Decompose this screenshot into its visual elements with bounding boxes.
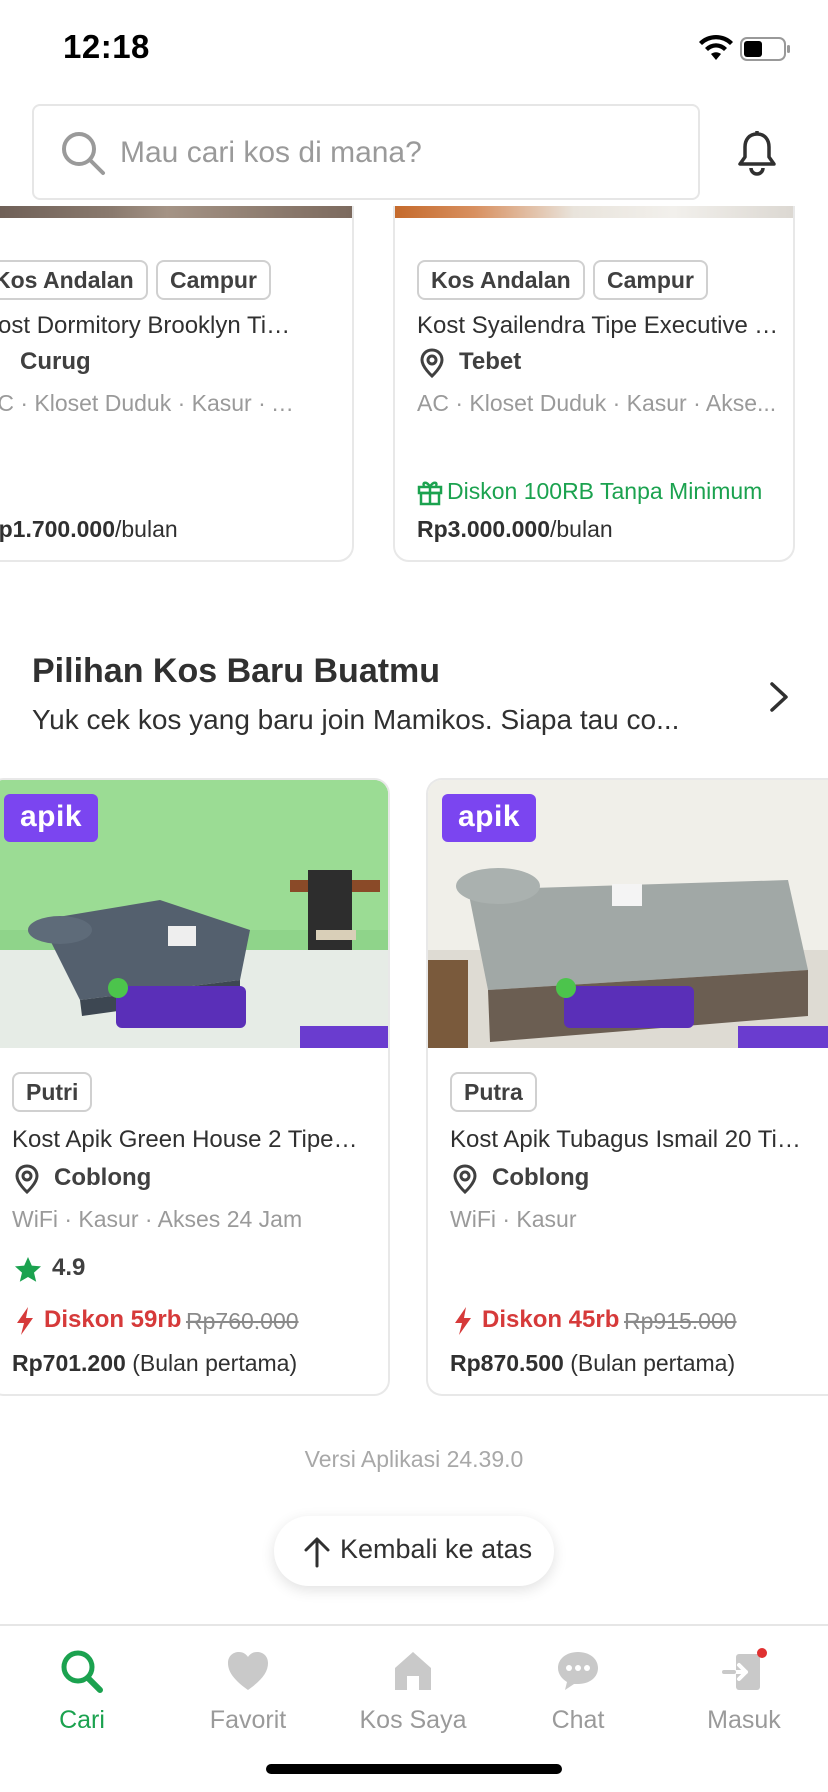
chat-icon [558,1652,598,1690]
promo-text: Diskon 100RB Tanpa Minimum [447,478,763,504]
kos-photo: apik [428,780,828,1048]
price-period: /bulan [549,516,613,542]
nav-item-favorit[interactable]: Favorit [168,1640,328,1740]
search-input[interactable] [120,126,680,180]
kos-discount: Diskon 59rb Rp760.000 [14,1304,384,1336]
chevron-right-icon[interactable] [768,680,792,714]
price-value: Rp1.700.000 [0,516,115,542]
tag-kos-andalan: Kos Andalan [0,260,148,300]
kos-title: Kost Syailendra Tipe Executive T... [417,312,779,339]
price-note: (Bulan pertama) [132,1350,298,1376]
tag-kos-andalan: Kos Andalan [417,260,585,300]
kos-photo [395,206,793,218]
kos-price: Rp3.000.000/bulan [417,516,613,543]
lightning-icon [455,1307,471,1335]
nav-item-chat[interactable]: Chat [498,1640,658,1740]
status-bar: 12:18 [0,0,828,100]
tag-gender: Campur [593,260,708,300]
kos-discount: Diskon 45rb Rp915.000 [452,1304,822,1336]
kos-card[interactable]: apik Putri Kost Apik Green House 2 Tipe … [0,778,390,1396]
kos-facilities: AC · Kloset Duduk · Kasur · Akse... [417,390,777,416]
kos-price: Rp870.500 (Bulan pertama) [450,1350,735,1377]
kos-location: Coblong [452,1164,752,1194]
featured-kos-carousel[interactable]: Kos Andalan Campur Kost Dormitory Brookl… [0,206,828,582]
price-value: Rp3.000.000 [417,516,550,542]
location-pin-icon [453,1164,477,1194]
nav-label: Kos Saya [359,1706,467,1734]
nav-label: Masuk [707,1706,781,1734]
apik-badge: apik [442,794,537,842]
discount-text: Diskon 59rb [44,1306,182,1333]
search-icon [62,132,105,175]
location-text: Coblong [54,1164,152,1191]
location-text: Coblong [492,1164,590,1191]
search-icon [61,1650,103,1693]
house-icon [395,1652,431,1690]
section-title: Pilihan Kos Baru Buatmu [32,652,441,690]
kos-card[interactable]: Kos Andalan Campur Kost Syailendra Tipe … [393,206,795,562]
kos-title: Kost Dormitory Brooklyn Tipe A... [0,312,302,339]
section-subtitle: Yuk cek kos yang baru join Mamikos. Siap… [32,704,680,735]
location-text: Curug [20,348,91,375]
nav-item-masuk[interactable]: Masuk [664,1640,824,1740]
kos-facilities: WiFi · Kasur [450,1206,577,1232]
promo-badge: Diskon 100RB Tanpa Minimum [417,478,787,508]
battery-icon [740,37,790,61]
bell-icon[interactable] [736,130,778,176]
location-pin-icon [420,348,444,378]
lightning-icon [17,1307,33,1335]
wifi-icon [699,34,733,60]
back-to-top-label: Kembali ke atas [340,1534,533,1564]
price-value: Rp870.500 [450,1350,564,1376]
kos-title: Kost Apik Green House 2 Tipe A... [12,1126,362,1153]
kos-card[interactable]: apik Putra Kost Apik Tubagus Ismail 20 T… [426,778,828,1396]
status-time: 12:18 [63,28,150,65]
nav-label: Favorit [209,1706,287,1734]
location-text: Tebet [459,348,522,375]
app-version: Versi Aplikasi 24.39.0 [304,1446,524,1472]
search-bar[interactable] [32,104,700,200]
kos-title: Kost Apik Tubagus Ismail 20 Tip... [450,1126,810,1153]
heart-icon [228,1652,268,1690]
kos-location: Coblong [14,1164,314,1194]
discount-text: Diskon 45rb [482,1306,620,1333]
old-price: Rp915.000 [624,1308,737,1334]
apik-badge: apik [4,794,99,842]
kos-card[interactable]: Kos Andalan Campur Kost Dormitory Brookl… [0,206,354,562]
arrow-up-icon [304,1537,330,1568]
nav-label: Cari [59,1706,105,1734]
kos-facilities: WiFi · Kasur · Akses 24 Jam [12,1206,303,1232]
location-pin-icon [15,1164,39,1194]
kos-facilities: AC · Kloset Duduk · Kasur · Akse... [0,390,302,416]
kos-photo: apik [0,780,388,1048]
tag-gender: Putri [12,1072,93,1112]
price-value: Rp701.200 [12,1350,126,1376]
back-to-top-button[interactable]: Kembali ke atas [274,1516,554,1586]
tag-gender: Campur [156,260,271,300]
kos-price: Rp701.200 (Bulan pertama) [12,1350,297,1377]
login-icon [722,1648,767,1690]
nav-label: Chat [551,1706,605,1734]
nav-item-cari[interactable]: Cari [2,1640,162,1740]
star-icon [15,1257,41,1282]
home-indicator [266,1764,562,1774]
kos-price: Rp1.700.000/bulan [0,516,178,543]
nav-item-kos-saya[interactable]: Kos Saya [333,1640,493,1740]
old-price: Rp760.000 [186,1308,299,1334]
kos-photo [0,206,352,218]
price-period: /bulan [114,516,178,542]
tag-gender: Putra [450,1072,537,1112]
rating-value: 4.9 [52,1254,86,1281]
kos-location: Curug [0,348,284,378]
kos-rating: 4.9 [14,1254,134,1284]
gift-icon [417,481,443,506]
price-note: (Bulan pertama) [570,1350,736,1376]
kos-location: Tebet [419,348,719,378]
